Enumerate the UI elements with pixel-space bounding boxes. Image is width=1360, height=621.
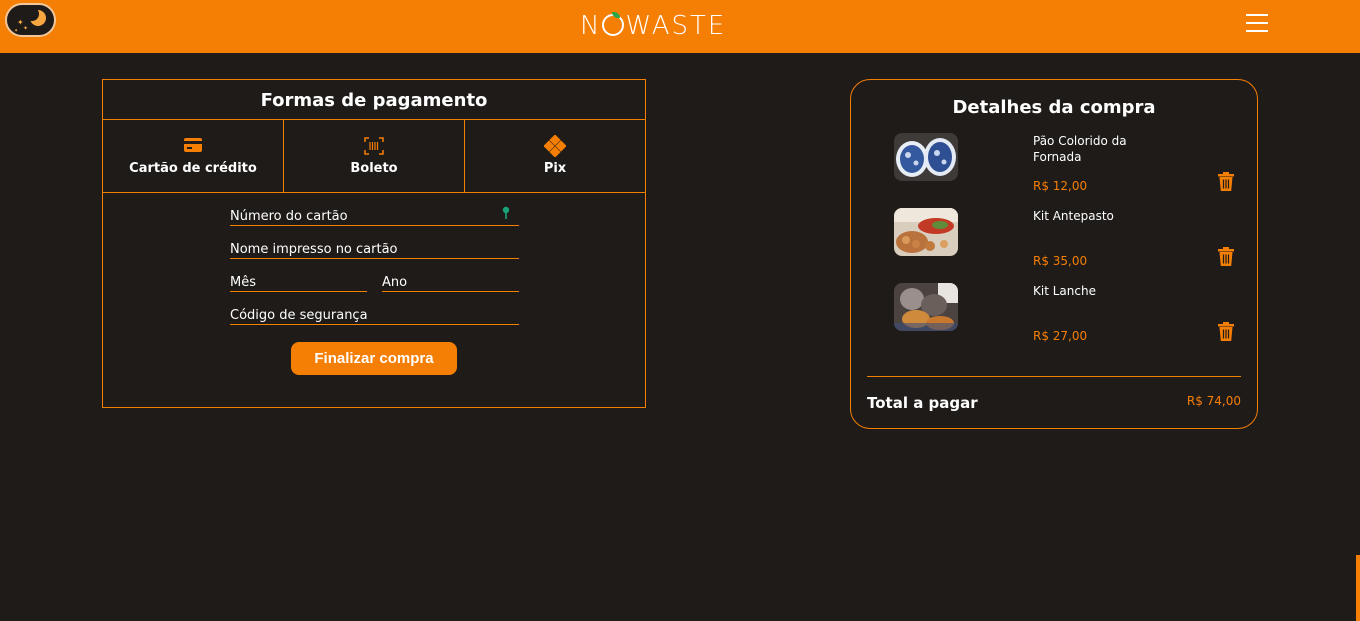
credit-card-icon: [183, 137, 203, 157]
year-field[interactable]: Ano: [382, 275, 519, 292]
year-placeholder: Ano: [382, 275, 408, 290]
tab-credit-card-label: Cartão de crédito: [129, 161, 257, 176]
key-icon: [502, 206, 510, 224]
star-icon: ✦: [14, 28, 19, 34]
payment-tabs: Cartão de crédito Boleto Pix: [103, 119, 645, 193]
security-code-field[interactable]: Código de segurança: [230, 308, 519, 325]
carrot-logo-icon: [602, 12, 625, 36]
moon-icon: [25, 7, 46, 26]
product-name: Pão Colorido da Fornada: [1033, 134, 1127, 164]
purchase-details-panel: Detalhes da compra Pão Colorido da Forna…: [850, 79, 1258, 429]
product-name: Kit Antepasto: [1033, 209, 1114, 223]
product-name: Kit Lanche: [1033, 284, 1096, 298]
month-placeholder: Mês: [230, 275, 256, 290]
product-price: R$ 27,00: [1033, 329, 1088, 343]
security-code-placeholder: Código de segurança: [230, 308, 368, 323]
tab-boleto[interactable]: Boleto: [283, 120, 464, 192]
tab-boleto-label: Boleto: [350, 161, 398, 176]
hamburger-menu-icon[interactable]: [1246, 14, 1268, 32]
product-image: [894, 283, 958, 331]
product-price: R$ 35,00: [1033, 254, 1088, 268]
tab-pix[interactable]: Pix: [464, 120, 645, 192]
card-number-field[interactable]: Número do cartão: [230, 206, 519, 226]
trash-icon[interactable]: [1217, 172, 1235, 192]
logo-text-left: N: [580, 11, 602, 41]
cart-item: Pão Colorido da Fornada R$ 12,00: [851, 133, 1257, 193]
top-header: ✦ ✦ ✦ N WASTE: [0, 0, 1360, 53]
card-number-placeholder: Número do cartão: [230, 209, 348, 224]
payment-panel: Formas de pagamento Cartão de crédito Bo…: [102, 79, 646, 408]
card-name-field[interactable]: Nome impresso no cartão: [230, 242, 519, 259]
product-image: [894, 133, 958, 181]
payment-title: Formas de pagamento: [260, 90, 488, 111]
cart-item: Kit Lanche R$ 27,00: [851, 283, 1257, 343]
logo-text-right: WASTE: [625, 11, 727, 41]
product-price: R$ 12,00: [1033, 179, 1088, 193]
nowaste-logo[interactable]: N WASTE: [580, 11, 730, 41]
barcode-icon: [364, 137, 384, 159]
finish-purchase-button[interactable]: Finalizar compra: [291, 342, 457, 375]
cart-item: Kit Antepasto R$ 35,00: [851, 208, 1257, 268]
purchase-details-title: Detalhes da compra: [952, 97, 1156, 118]
tab-credit-card[interactable]: Cartão de crédito: [103, 120, 283, 192]
total-value: R$ 74,00: [1186, 394, 1241, 408]
trash-icon[interactable]: [1217, 247, 1235, 267]
pix-icon: [543, 134, 567, 161]
theme-toggle-button[interactable]: ✦ ✦ ✦: [5, 3, 56, 37]
scrollbar-thumb[interactable]: [1356, 555, 1360, 621]
total-label: Total a pagar: [867, 394, 978, 412]
star-icon: ✦: [23, 25, 29, 32]
trash-icon[interactable]: [1217, 322, 1235, 342]
card-name-placeholder: Nome impresso no cartão: [230, 242, 398, 257]
month-field[interactable]: Mês: [230, 275, 367, 292]
product-image: [894, 208, 958, 256]
tab-pix-label: Pix: [543, 161, 567, 176]
divider: [867, 376, 1241, 377]
